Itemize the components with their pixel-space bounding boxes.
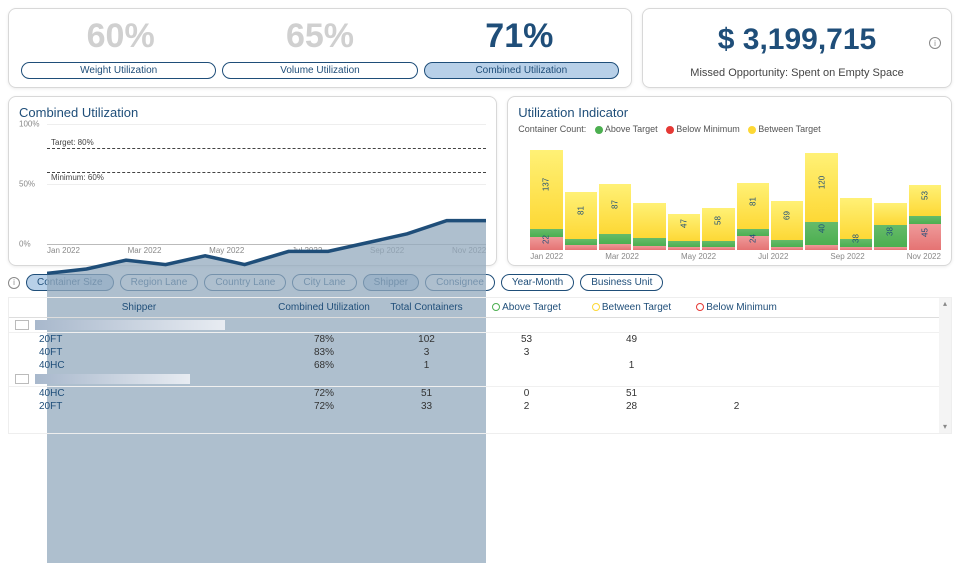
- stack-column: 8124: [737, 183, 769, 250]
- chart-title: Utilization Indicator: [518, 105, 941, 120]
- stacked-bar-body: 13722818747588124691204038385345: [530, 138, 941, 250]
- tab-combined-utilization[interactable]: Combined Utilization: [424, 62, 619, 79]
- collapse-toggle-icon[interactable]: [15, 320, 29, 330]
- combined-pct: 71%: [485, 17, 553, 56]
- stack-column: 81: [565, 192, 597, 250]
- scrollbar[interactable]: ▴ ▾: [939, 298, 951, 433]
- col-combined-util[interactable]: Combined Utilization: [269, 302, 379, 313]
- collapse-toggle-icon[interactable]: [15, 374, 29, 384]
- table-row[interactable]: 40FT83%33: [9, 346, 939, 359]
- missed-opportunity-card: $ 3,199,715 Missed Opportunity: Spent on…: [642, 8, 952, 88]
- tab-volume-utilization[interactable]: Volume Utilization: [222, 62, 417, 79]
- area-chart-body: 100% 50% 0% Target: 80% Minimum: 60%: [47, 124, 486, 244]
- detail-table: Shipper Combined Utilization Total Conta…: [8, 297, 952, 434]
- col-below-minimum[interactable]: Below Minimum: [684, 302, 789, 313]
- legend-dot-above-icon: [595, 126, 603, 134]
- info-icon[interactable]: i: [8, 277, 20, 289]
- stack-column: 38: [874, 203, 906, 250]
- stack-column: 13722: [530, 150, 562, 250]
- utilization-indicator-chart: Utilization Indicator Container Count: A…: [507, 96, 952, 266]
- table-group-row[interactable]: [9, 318, 939, 333]
- filter-business-unit[interactable]: Business Unit: [580, 274, 663, 291]
- table-group-row[interactable]: [9, 372, 939, 387]
- stack-column: 12040: [805, 153, 837, 250]
- group-bar: [35, 374, 190, 384]
- stack-column: 87: [599, 184, 631, 250]
- col-shipper[interactable]: Shipper: [9, 302, 269, 313]
- volume-pct: 65%: [286, 17, 354, 56]
- weight-pct: 60%: [87, 17, 155, 56]
- stack-column: 38: [840, 198, 872, 250]
- table-header-row: Shipper Combined Utilization Total Conta…: [9, 298, 939, 318]
- legend-dot-below-icon: [666, 126, 674, 134]
- table-row[interactable]: 40HC68%11: [9, 359, 939, 372]
- money-value: $ 3,199,715: [655, 23, 939, 57]
- table-row[interactable]: 20FT72%332282: [9, 400, 939, 413]
- filter-year-month[interactable]: Year-Month: [501, 274, 574, 291]
- scroll-up-icon[interactable]: ▴: [939, 298, 951, 310]
- table-row[interactable]: 40HC72%51051: [9, 387, 939, 400]
- x-axis: Jan 2022Mar 2022May 2022Jul 2022Sep 2022…: [530, 252, 941, 261]
- col-above-target[interactable]: Above Target: [474, 302, 579, 313]
- bullet-red-icon: [696, 303, 704, 311]
- money-label: Missed Opportunity: Spent on Empty Space: [655, 67, 939, 79]
- info-icon[interactable]: i: [929, 37, 941, 49]
- col-total-containers[interactable]: Total Containers: [379, 302, 474, 313]
- bullet-yellow-icon: [592, 303, 600, 311]
- stack-column: 5345: [909, 185, 941, 250]
- tab-weight-utilization[interactable]: Weight Utilization: [21, 62, 216, 79]
- table-body: 20FT78%102534940FT83%3340HC68%11 40HC72%5…: [9, 318, 939, 433]
- indicator-legend: Container Count: Above Target Below Mini…: [518, 124, 941, 134]
- chart-title: Combined Utilization: [19, 105, 486, 120]
- kpi-card: 60% 65% 71% Weight Utilization Volume Ut…: [8, 8, 632, 88]
- stack-column: 69: [771, 201, 803, 250]
- stack-column: [633, 203, 665, 250]
- legend-dot-between-icon: [748, 126, 756, 134]
- table-row[interactable]: 20FT78%1025349: [9, 333, 939, 346]
- col-between-target[interactable]: Between Target: [579, 302, 684, 313]
- group-bar: [35, 320, 225, 330]
- stack-column: 58: [702, 208, 734, 250]
- stack-column: 47: [668, 214, 700, 250]
- bullet-green-icon: [492, 303, 500, 311]
- combined-utilization-chart: Combined Utilization 100% 50% 0% Target:…: [8, 96, 497, 266]
- scroll-down-icon[interactable]: ▾: [939, 421, 951, 433]
